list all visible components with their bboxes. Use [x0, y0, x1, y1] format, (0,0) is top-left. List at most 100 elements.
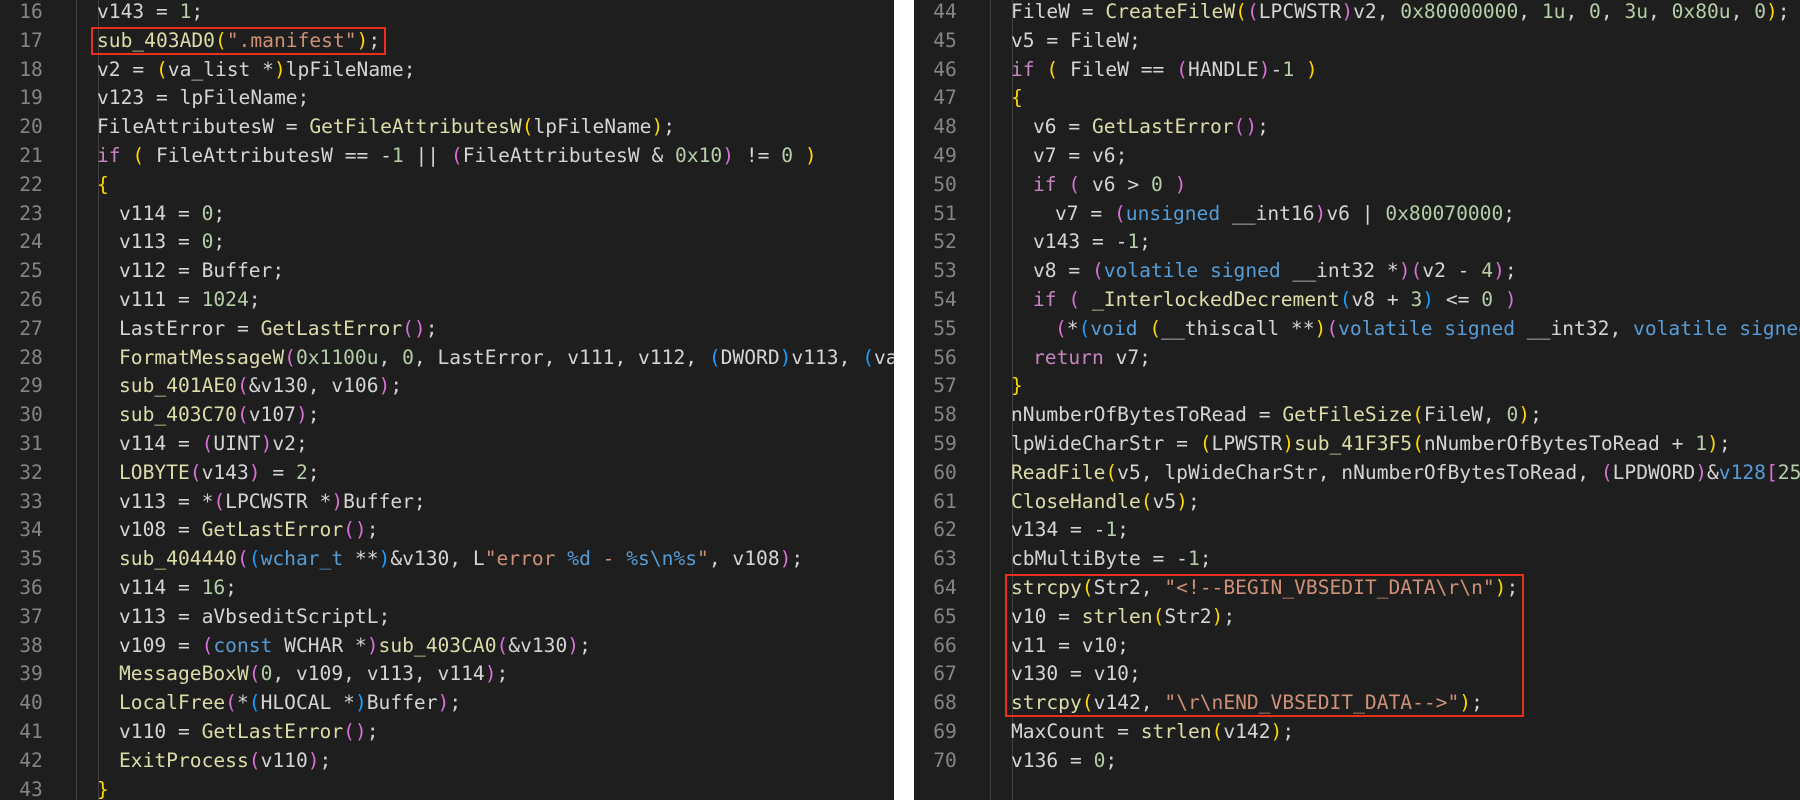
code-token: v5 = FileW;	[1011, 28, 1141, 52]
code-text: LastError = GetLastError();	[119, 314, 438, 343]
code-text: v112 = Buffer;	[119, 256, 284, 285]
code-line[interactable]: 24 v113 = 0;	[0, 227, 894, 256]
code-line[interactable]: 38 v109 = (const WCHAR *)sub_403CA0(&v130…	[0, 631, 894, 660]
code-line[interactable]: 29 sub_401AE0(&v130, v106);	[0, 371, 894, 400]
code-token: &v130, v106	[248, 374, 379, 398]
code-line[interactable]: 18 v2 = (va_list *)lpFileName;	[0, 55, 894, 84]
code-line[interactable]: 70 v136 = 0;	[914, 746, 1800, 775]
code-token: signed	[1739, 316, 1800, 340]
code-token: FileAttributesW == -	[144, 144, 392, 167]
code-token: 0	[781, 144, 794, 167]
code-line[interactable]: 49 v7 = v6;	[914, 141, 1800, 170]
code-line[interactable]: 48 v6 = GetLastError();	[914, 112, 1800, 141]
code-line[interactable]: 39 MessageBoxW(0, v109, v113, v114);	[0, 659, 894, 688]
code-token: 1u	[1541, 0, 1566, 23]
code-line[interactable]: 32 LOBYTE(v143) = 2;	[0, 458, 894, 487]
code-token: if	[1033, 172, 1057, 196]
code-line[interactable]: 62 v134 = -1;	[914, 515, 1800, 544]
code-line[interactable]: 41 v110 = GetLastError();	[0, 717, 894, 746]
code-token: )	[567, 633, 580, 657]
code-line[interactable]: 60 ReadFile(v5, lpWideCharStr, nNumberOfB…	[914, 458, 1800, 487]
code-token: volatile	[1633, 316, 1728, 340]
code-token: (	[1412, 432, 1424, 455]
code-line[interactable]: 63 cbMultiByte = -1;	[914, 544, 1800, 573]
code-token: ;	[307, 403, 320, 427]
code-line[interactable]: 33 v113 = *(LPCWSTR *)Buffer;	[0, 487, 894, 516]
line-number: 64	[933, 576, 957, 599]
code-token: 0x80070000	[1385, 201, 1504, 225]
code-token: )	[1695, 460, 1707, 484]
code-token: CreateFileW	[1105, 0, 1236, 23]
code-token: _InterlockedDecrement	[1091, 288, 1340, 311]
code-pane-left[interactable]: 16 v143 = 1; 17 sub_403AD0(".manifest"); 18 v…	[0, 0, 894, 800]
code-line[interactable]: 46 if ( FileW == (HANDLE)-1 )	[914, 55, 1800, 84]
code-token: %s	[626, 547, 650, 571]
code-token: cbMultiByte = -	[1011, 547, 1188, 571]
code-line[interactable]: 31 v114 = (UINT)v2;	[0, 429, 894, 458]
code-line[interactable]: 52 v143 = -1;	[914, 227, 1800, 256]
code-text: if ( v6 > 0 )	[1033, 170, 1186, 199]
code-line[interactable]: 59 lpWideCharStr = (LPWSTR)sub_41F3F5(nNu…	[914, 429, 1800, 458]
code-line[interactable]: 19 v123 = lpFileName;	[0, 83, 894, 112]
code-line[interactable]: 54 if ( _InterlockedDecrement(v8 + 3) <= …	[914, 285, 1800, 314]
code-line[interactable]: 26 v111 = 1024;	[0, 285, 894, 314]
code-token: 3u	[1624, 0, 1649, 23]
code-line[interactable]: 50 if ( v6 > 0 )	[914, 170, 1800, 199]
code-line[interactable]: 44 FileW = CreateFileW((LPCWSTR)v2, 0x800…	[914, 0, 1800, 26]
code-line[interactable]: 25 v112 = Buffer;	[0, 256, 894, 285]
line-number: 60	[933, 460, 957, 484]
code-line[interactable]: 36 v114 = 16;	[0, 573, 894, 602]
code-line[interactable]: 56 return v7;	[914, 343, 1800, 372]
code-line[interactable]: 42 ExitProcess(v110);	[0, 746, 894, 775]
code-token: ;	[449, 691, 462, 715]
code-token: return	[1033, 345, 1104, 369]
code-line[interactable]: 28 FormatMessageW(0x1100u, 0, LastError, …	[0, 343, 894, 372]
code-line[interactable]: 45 v5 = FileW;	[914, 26, 1800, 55]
code-line[interactable]: 51 v7 = (unsigned __int16)v6 | 0x80070000…	[914, 199, 1800, 228]
code-text: FileW = CreateFileW((LPCWSTR)v2, 0x80000…	[1011, 0, 1790, 26]
code-token: v107	[248, 403, 296, 427]
code-token: )	[354, 691, 367, 715]
line-number: 24	[19, 230, 43, 254]
code-line[interactable]: 20 FileAttributesW = GetFileAttributesW(l…	[0, 112, 894, 141]
code-token: 16	[201, 576, 226, 599]
line-number: 20	[19, 115, 43, 139]
code-text: (*(void (__thiscall **)(volatile signed …	[1055, 314, 1800, 343]
line-number: 35	[19, 547, 43, 571]
code-line[interactable]: 55 (*(void (__thiscall **)(volatile signe…	[914, 314, 1800, 343]
code-token: (	[496, 633, 509, 657]
code-text: v143 = -1;	[1033, 227, 1151, 256]
code-line[interactable]: 61 CloseHandle(v5);	[914, 487, 1800, 516]
code-line[interactable]: 57}	[914, 371, 1800, 400]
code-line[interactable]: 58 nNumberOfBytesToRead = GetFileSize(Fil…	[914, 400, 1800, 429]
code-token: __int16	[1220, 201, 1315, 225]
code-token: %s	[673, 547, 698, 571]
code-line[interactable]: 16 v143 = 1;	[0, 0, 894, 26]
code-token: GetFileAttributesW	[309, 115, 522, 139]
code-line[interactable]: 47 {	[914, 83, 1800, 112]
code-token: CloseHandle	[1011, 489, 1141, 513]
code-token: volatile	[1103, 259, 1199, 283]
code-token: )	[779, 345, 792, 369]
code-token: ;	[579, 633, 591, 657]
code-token: 1	[1282, 57, 1295, 81]
code-line[interactable]: 40 LocalFree(*(HLOCAL *)Buffer);	[0, 688, 894, 717]
code-line[interactable]: 53 v8 = (volatile signed __int32 *)(v2 - …	[914, 256, 1800, 285]
code-line[interactable]: 30 sub_403C70(v107);	[0, 400, 894, 429]
code-line[interactable]: 35 sub_404440((wchar_t **)&v130, L"error …	[0, 544, 894, 573]
code-pane-right[interactable]: 44 FileW = CreateFileW((LPCWSTR)v2, 0x800…	[914, 0, 1800, 800]
code-line[interactable]: 69 MaxCount = strlen(v142);	[914, 717, 1800, 746]
line-number: 69	[933, 720, 957, 743]
code-line[interactable]: 34 v108 = GetLastError();	[0, 515, 894, 544]
code-token: nNumberOfBytesToRead =	[1011, 403, 1283, 427]
code-line[interactable]: 22 {	[0, 170, 894, 199]
code-line[interactable]: 23 v114 = 0;	[0, 199, 894, 228]
line-number: 43	[19, 777, 43, 800]
code-line[interactable]: 43}	[0, 775, 894, 800]
code-line[interactable]: 27 LastError = GetLastError();	[0, 314, 894, 343]
code-token: v110 =	[119, 720, 202, 743]
code-line[interactable]: 21 if ( FileAttributesW == -1 || (FileAtt…	[0, 141, 894, 170]
code-token: )	[722, 144, 735, 167]
code-line[interactable]: 37 v113 = aVbseditScriptL;	[0, 602, 894, 631]
